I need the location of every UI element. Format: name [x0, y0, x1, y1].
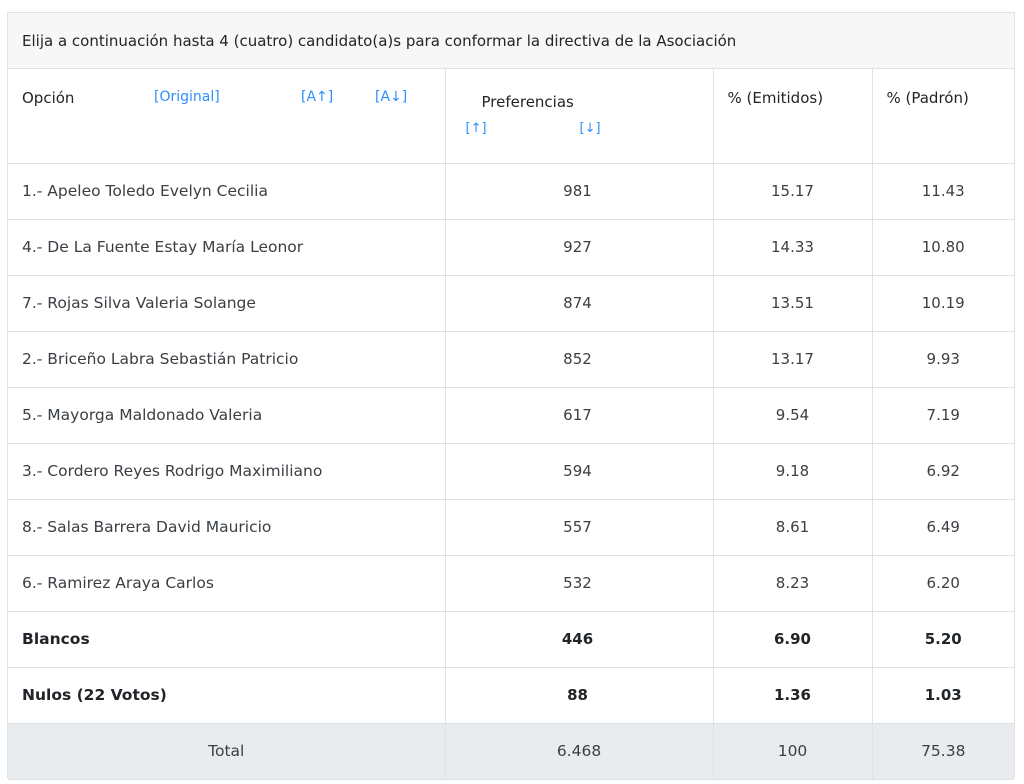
total-pct-roll: 75.38 [871, 722, 1014, 780]
table-row: 7.- Rojas Silva Valeria Solange 874 13.5… [8, 274, 1014, 332]
row-option: Nulos (22 Votos) [8, 666, 446, 724]
row-preferences: 557 [444, 498, 714, 556]
row-pct-roll: 5.20 [871, 610, 1014, 668]
header-preferences: Preferencias [↑] [↓] [444, 69, 714, 164]
row-pct-emitted: 9.18 [712, 442, 873, 500]
sort-alpha-desc-link[interactable]: [A↓] [375, 89, 407, 105]
row-pct-roll: 11.43 [871, 162, 1014, 220]
row-option: 3.- Cordero Reyes Rodrigo Maximiliano [8, 442, 446, 500]
table-row: 4.- De La Fuente Estay María Leonor 927 … [8, 218, 1014, 276]
header-option: Opción [Original] [A↑] [A↓] [8, 69, 446, 164]
row-preferences: 594 [444, 442, 714, 500]
table-row: 1.- Apeleo Toledo Evelyn Cecilia 981 15.… [8, 162, 1014, 220]
row-pct-emitted: 14.33 [712, 218, 873, 276]
row-preferences: 617 [444, 386, 714, 444]
row-preferences: 446 [444, 610, 714, 668]
row-pct-emitted: 6.90 [712, 610, 873, 668]
total-label: Total [8, 722, 446, 780]
row-option: 1.- Apeleo Toledo Evelyn Cecilia [8, 162, 446, 220]
results-table: Opción [Original] [A↑] [A↓] Preferencias… [8, 69, 1014, 780]
row-pct-roll: 6.92 [871, 442, 1014, 500]
table-row: 6.- Ramirez Araya Carlos 532 8.23 6.20 [8, 554, 1014, 612]
table-row: 2.- Briceño Labra Sebastián Patricio 852… [8, 330, 1014, 388]
row-pct-roll: 1.03 [871, 666, 1014, 724]
results-panel: Elija a continuación hasta 4 (cuatro) ca… [7, 12, 1015, 780]
table-row: 5.- Mayorga Maldonado Valeria 617 9.54 7… [8, 386, 1014, 444]
row-option: 2.- Briceño Labra Sebastián Patricio [8, 330, 446, 388]
sort-alpha-asc-link[interactable]: [A↑] [301, 89, 333, 105]
row-pct-emitted: 9.54 [712, 386, 873, 444]
row-pct-roll: 10.80 [871, 218, 1014, 276]
header-pct-emitted: % (Emitidos) [712, 69, 873, 164]
row-pct-emitted: 8.61 [712, 498, 873, 556]
row-pct-emitted: 13.17 [712, 330, 873, 388]
sort-pref-asc-link[interactable]: [↑] [466, 121, 487, 136]
table-row: 3.- Cordero Reyes Rodrigo Maximiliano 59… [8, 442, 1014, 500]
total-preferences: 6.468 [444, 722, 714, 780]
row-option: 4.- De La Fuente Estay María Leonor [8, 218, 446, 276]
row-pct-emitted: 15.17 [712, 162, 873, 220]
panel-title: Elija a continuación hasta 4 (cuatro) ca… [8, 13, 1014, 69]
row-preferences: 88 [444, 666, 714, 724]
table-row-blank-votes: Blancos 446 6.90 5.20 [8, 610, 1014, 668]
table-row-total: Total 6.468 100 75.38 [8, 722, 1014, 780]
header-option-label: Opción [22, 89, 75, 107]
row-option: 8.- Salas Barrera David Mauricio [8, 498, 446, 556]
row-option: 6.- Ramirez Araya Carlos [8, 554, 446, 612]
sort-pref-desc-link[interactable]: [↓] [580, 121, 601, 136]
table-row-null-votes: Nulos (22 Votos) 88 1.36 1.03 [8, 666, 1014, 724]
row-preferences: 532 [444, 554, 714, 612]
sort-original-link[interactable]: [Original] [154, 89, 220, 105]
row-pct-emitted: 8.23 [712, 554, 873, 612]
row-option: 5.- Mayorga Maldonado Valeria [8, 386, 446, 444]
table-row: 8.- Salas Barrera David Mauricio 557 8.6… [8, 498, 1014, 556]
row-preferences: 927 [444, 218, 714, 276]
row-preferences: 852 [444, 330, 714, 388]
header-pct-roll: % (Padrón) [871, 69, 1014, 164]
row-pct-roll: 6.20 [871, 554, 1014, 612]
row-pct-emitted: 1.36 [712, 666, 873, 724]
row-pct-roll: 7.19 [871, 386, 1014, 444]
table-header-row: Opción [Original] [A↑] [A↓] Preferencias… [8, 69, 1014, 164]
row-pct-emitted: 13.51 [712, 274, 873, 332]
row-pct-roll: 9.93 [871, 330, 1014, 388]
row-option: 7.- Rojas Silva Valeria Solange [8, 274, 446, 332]
row-preferences: 981 [444, 162, 714, 220]
row-option: Blancos [8, 610, 446, 668]
row-preferences: 874 [444, 274, 714, 332]
row-pct-roll: 6.49 [871, 498, 1014, 556]
total-pct-emitted: 100 [712, 722, 873, 780]
header-preferences-label: Preferencias [481, 93, 574, 111]
row-pct-roll: 10.19 [871, 274, 1014, 332]
